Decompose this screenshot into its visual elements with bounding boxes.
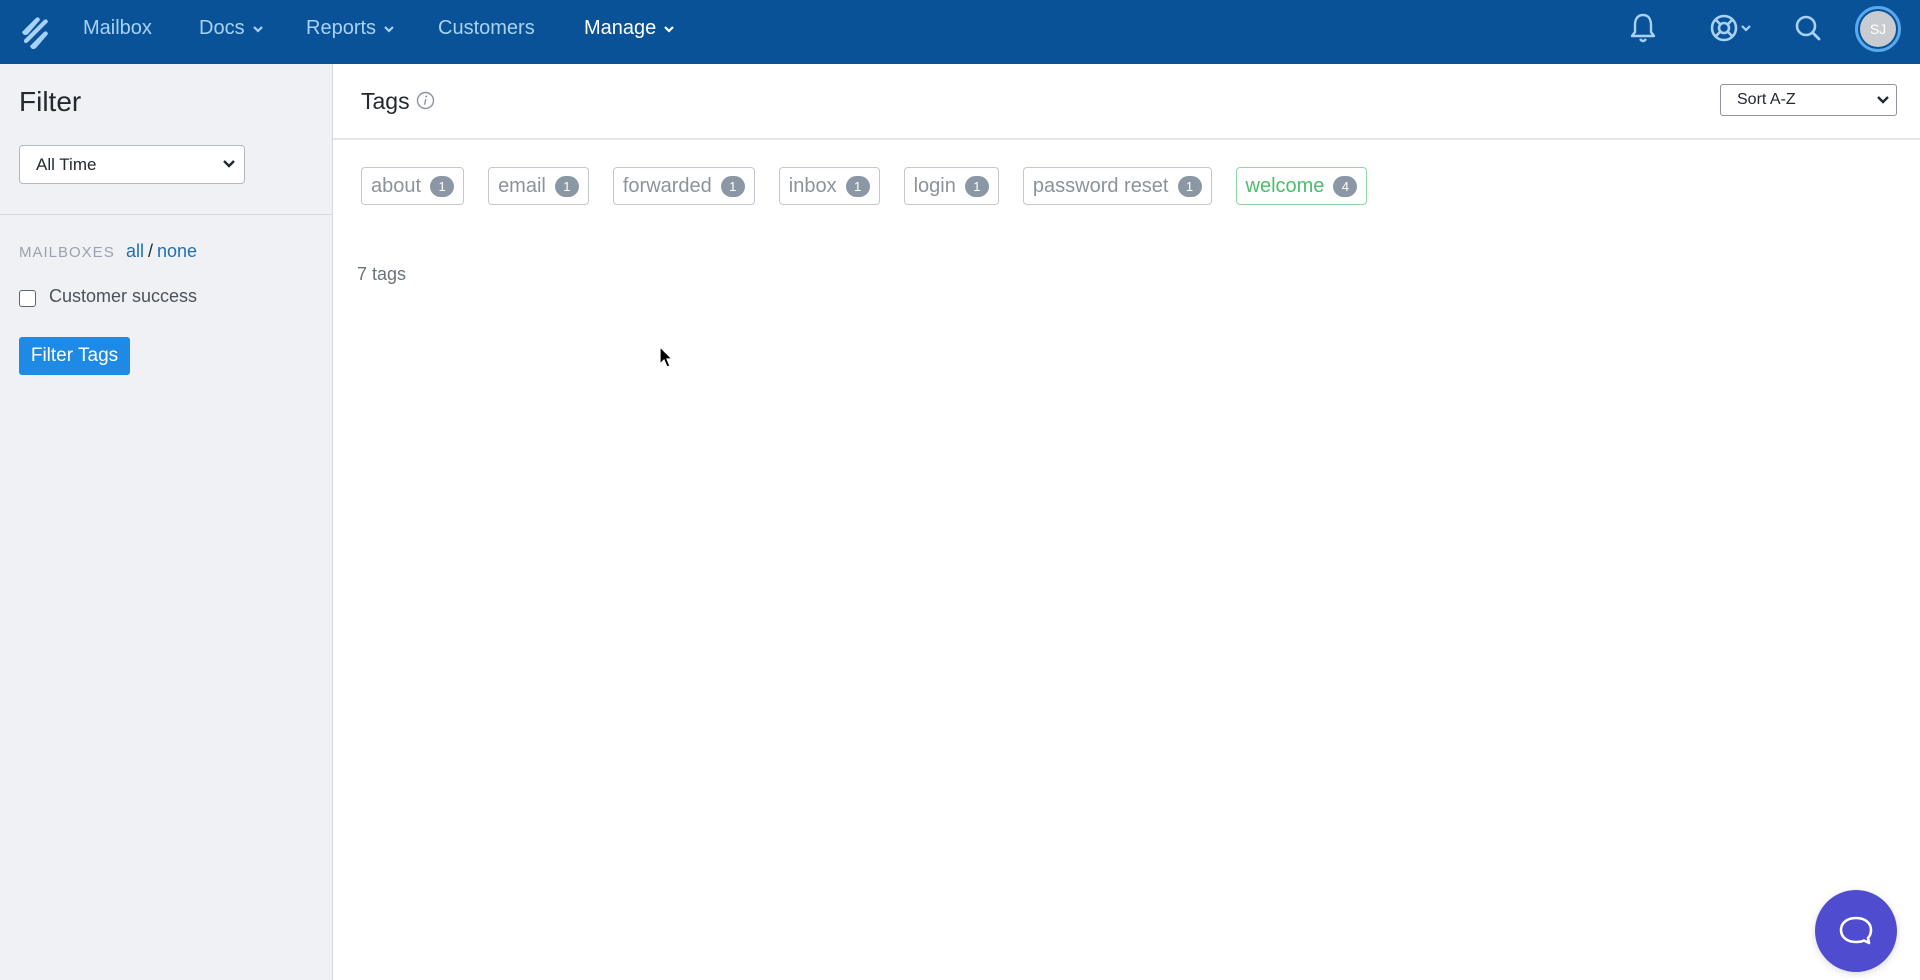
mailbox-checkbox-customer-success[interactable] (19, 290, 36, 307)
tag-count-badge: 1 (430, 175, 455, 197)
tag-label: about (371, 174, 422, 197)
link-separator: / (148, 241, 154, 261)
mouse-cursor-icon (659, 346, 674, 368)
nav-customers-label: Customers (438, 17, 535, 39)
nav-mailbox[interactable]: Mailbox (83, 0, 152, 56)
tag-label: welcome (1245, 174, 1325, 197)
filter-sidebar: Filter All Time MAILBOXES all / none Cus… (0, 64, 333, 980)
select-none-mailboxes-link[interactable]: none (157, 241, 197, 262)
tag-count-badge: 1 (720, 175, 745, 197)
tag-label: email (498, 174, 546, 197)
chevron-down-icon (223, 160, 235, 168)
nav-reports-label: Reports (306, 17, 377, 39)
tag-count-badge: 1 (845, 175, 870, 197)
helpscout-logo-icon[interactable] (18, 12, 52, 52)
avatar: SJ (1860, 11, 1896, 47)
tag-label: password reset (1032, 174, 1169, 197)
help-lifebuoy-icon[interactable] (1709, 10, 1757, 46)
nav-customers[interactable]: Customers (438, 0, 535, 56)
search-icon[interactable] (1793, 10, 1823, 46)
user-avatar-button[interactable]: SJ (1855, 6, 1901, 52)
header-divider (333, 138, 1920, 140)
nav-docs-label: Docs (199, 17, 245, 39)
info-icon[interactable] (416, 91, 435, 110)
nav-docs[interactable]: Docs (199, 0, 265, 56)
tag-label: forwarded (622, 174, 712, 197)
filter-tags-button[interactable]: Filter Tags (19, 337, 130, 375)
page-title: Tags (361, 88, 410, 114)
tag-about[interactable]: about 1 (361, 167, 465, 205)
tag-welcome[interactable]: welcome 4 (1235, 167, 1368, 205)
tag-count-badge: 4 (1333, 175, 1358, 197)
chat-bubble-icon (1839, 916, 1873, 945)
chevron-down-icon (664, 25, 675, 33)
top-navigation: Mailbox Docs Reports Customers Manage SJ (0, 0, 1920, 64)
sidebar-title: Filter (19, 86, 82, 117)
chevron-down-icon (252, 25, 263, 33)
tag-count-badge: 1 (554, 175, 579, 197)
tag-count-badge: 1 (964, 175, 989, 197)
help-beacon-button[interactable] (1815, 890, 1897, 972)
select-all-mailboxes-link[interactable]: all (126, 241, 144, 262)
chevron-down-icon (1877, 96, 1889, 104)
time-filter-value: All Time (36, 155, 97, 174)
tag-login[interactable]: login 1 (903, 167, 999, 205)
tag-label: inbox (788, 174, 837, 197)
tag-password-reset[interactable]: password reset 1 (1022, 167, 1212, 205)
tag-count-badge: 1 (1177, 175, 1202, 197)
tag-label: login (913, 174, 956, 197)
sidebar-divider (0, 214, 332, 215)
nav-mailbox-label: Mailbox (83, 17, 152, 39)
nav-manage[interactable]: Manage (584, 0, 676, 56)
tags-total-count: 7 tags (357, 264, 407, 284)
mailboxes-label: MAILBOXES (19, 244, 115, 261)
tag-email[interactable]: email 1 (488, 167, 589, 205)
sort-select[interactable]: Sort A-Z (1720, 84, 1897, 116)
tag-inbox[interactable]: inbox 1 (778, 167, 880, 205)
time-filter-select[interactable]: All Time (19, 145, 245, 184)
tags-list: about 1 email 1 forwarded 1 inbox 1 login 1 p… (361, 167, 1368, 205)
mailbox-label-customer-success[interactable]: Customer success (49, 286, 197, 307)
nav-manage-label: Manage (584, 17, 657, 39)
notifications-bell-icon[interactable] (1628, 10, 1658, 46)
chevron-down-icon (384, 25, 394, 33)
tag-forwarded[interactable]: forwarded 1 (612, 167, 755, 205)
sort-value: Sort A-Z (1737, 91, 1796, 108)
nav-reports[interactable]: Reports (306, 0, 396, 56)
